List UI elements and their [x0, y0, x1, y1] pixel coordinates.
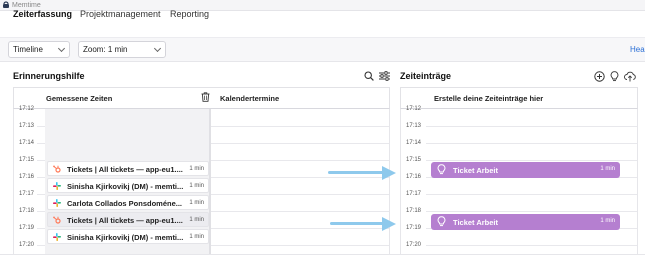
grid-line: [211, 126, 389, 127]
time-label: 17:18: [406, 208, 422, 214]
grid-line: [426, 126, 637, 127]
time-label: 17:17: [19, 191, 35, 197]
grid-line: [426, 143, 637, 144]
slack-icon: [53, 233, 61, 241]
time-label: 17:14: [19, 140, 35, 146]
grid-line: [37, 177, 45, 178]
grid-line: [37, 245, 45, 246]
hubspot-icon: [53, 165, 61, 173]
arrow-line: [328, 171, 384, 174]
grid-line: [211, 228, 389, 229]
grid-line: [426, 194, 637, 195]
grid-line: [211, 160, 389, 161]
grid-line: [37, 194, 45, 195]
grid-line: [211, 211, 389, 212]
column-divider: [210, 109, 211, 255]
time-label: 17:12: [406, 106, 422, 112]
entry-title: Sinisha Kjirkovikj (DM) - memti...: [67, 182, 184, 191]
grid-line: [211, 177, 389, 178]
grid-line: [426, 160, 637, 161]
time-entry-duration: 1 min: [600, 218, 615, 224]
grid-line: [37, 126, 45, 127]
grid-line: [426, 211, 637, 212]
slack-icon: [53, 182, 61, 190]
measured-entry[interactable]: Carlota Collados Ponsdoméne... 1 min: [47, 195, 209, 210]
grid-line: [37, 160, 45, 161]
time-entry-block[interactable]: Ticket Arbeit 1 min: [431, 214, 620, 230]
measured-entry[interactable]: Tickets | All tickets — app-eu1.... 1 mi…: [47, 161, 209, 176]
arrow-icon: [382, 165, 396, 180]
grid-line: [37, 228, 45, 229]
calendar-header: Kalendertermine: [220, 94, 280, 103]
measured-entry[interactable]: Sinisha Kjirkovikj (DM) - memti... 1 min: [47, 229, 209, 244]
time-label: 17:20: [406, 242, 422, 248]
time-label: 17:19: [406, 225, 422, 231]
time-label: 17:16: [406, 174, 422, 180]
time-label: 17:16: [19, 174, 35, 180]
entry-title: Sinisha Kjirkovikj (DM) - memti...: [67, 233, 184, 242]
time-label: 17:18: [19, 208, 35, 214]
time-entry-duration: 1 min: [600, 166, 615, 172]
entry-duration: 1 min: [189, 183, 204, 189]
time-label: 17:19: [19, 225, 35, 231]
zoom-select[interactable]: Zoom: 1 min: [78, 41, 166, 58]
time-label: 17:20: [19, 242, 35, 248]
view-select-value: Timeline: [13, 45, 43, 54]
arrow-line: [330, 222, 384, 225]
time-entry-block[interactable]: Ticket Arbeit 1 min: [431, 162, 620, 178]
hubspot-icon: [53, 216, 61, 224]
entry-duration: 1 min: [189, 166, 204, 172]
upload-icon[interactable]: [624, 71, 636, 82]
time-label: 17:17: [406, 191, 422, 197]
bulb-icon: [437, 216, 446, 227]
trash-icon[interactable]: [201, 92, 210, 102]
help-link[interactable]: Hea: [630, 45, 645, 55]
grid-line: [37, 211, 45, 212]
entry-duration: 1 min: [189, 234, 204, 240]
create-entries-header: Erstelle deine Zeiteinträge hier: [434, 94, 544, 103]
slack-icon: [53, 199, 61, 207]
arrow-icon: [382, 216, 396, 231]
time-label: 17:15: [19, 157, 35, 163]
right-panel-title: Zeiteinträge: [400, 71, 452, 81]
entry-title: Carlota Collados Ponsdoméne...: [67, 199, 183, 208]
grid-line: [37, 143, 45, 144]
time-label: 17:12: [19, 106, 35, 112]
grid-line: [211, 143, 389, 144]
time-label: 17:13: [406, 123, 422, 129]
bulb-icon[interactable]: [610, 71, 619, 82]
time-label: 17:14: [406, 140, 422, 146]
filter-icon[interactable]: [379, 71, 390, 81]
grid-line: [211, 245, 389, 246]
entry-duration: 1 min: [189, 217, 204, 223]
time-label: 17:15: [406, 157, 422, 163]
chevron-down-icon: [153, 44, 162, 53]
search-icon[interactable]: [364, 71, 374, 81]
chevron-down-icon: [57, 44, 66, 53]
right-timeline: [400, 109, 638, 255]
measured-entry[interactable]: Tickets | All tickets — app-eu1.... 1 mi…: [47, 212, 209, 227]
bulb-icon: [437, 164, 446, 175]
time-entry-label: Ticket Arbeit: [453, 218, 499, 227]
tab-reporting[interactable]: Reporting: [170, 9, 209, 20]
entry-title: Tickets | All tickets — app-eu1....: [67, 216, 183, 225]
left-panel-title: Erinnerungshilfe: [13, 71, 85, 81]
measured-entry[interactable]: Sinisha Kjirkovikj (DM) - memti... 1 min: [47, 178, 209, 193]
add-icon[interactable]: [594, 71, 605, 82]
entry-title: Tickets | All tickets — app-eu1....: [67, 165, 183, 174]
tab-zeiterfassung[interactable]: Zeiterfassung: [13, 9, 72, 20]
view-select[interactable]: Timeline: [8, 41, 70, 58]
time-entry-label: Ticket Arbeit: [453, 166, 499, 175]
grid-line: [426, 245, 637, 246]
grid-line: [211, 194, 389, 195]
tab-projektmanagement[interactable]: Projektmanagement: [80, 9, 161, 20]
time-label: 17:13: [19, 123, 35, 129]
entry-duration: 1 min: [189, 200, 204, 206]
app-icon: [3, 1, 9, 8]
zoom-select-value: Zoom: 1 min: [83, 45, 128, 54]
measured-times-header: Gemessene Zeiten: [46, 94, 113, 103]
